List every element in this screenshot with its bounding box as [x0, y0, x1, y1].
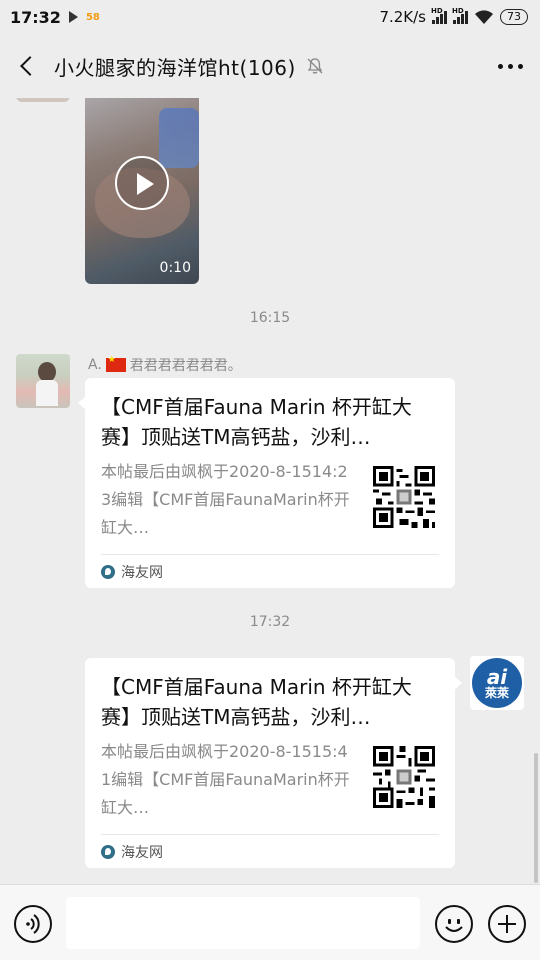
card-title: 【CMF首届Fauna Marin 杯开缸大赛】顶贴送TM高钙盐，沙利…	[101, 675, 412, 729]
card-description: 本帖最后由飒枫于2020-8-1514:23编辑【CMF首届FaunaMarin…	[101, 462, 350, 537]
signal-hd-2-icon: HD	[452, 7, 468, 24]
status-bar: 17:32 58 7.2K/s HD HD 73	[0, 0, 540, 34]
message-input[interactable]	[66, 897, 420, 949]
chevron-left-icon	[20, 56, 40, 76]
status-time: 17:32	[10, 7, 61, 27]
card-description: 本帖最后由飒枫于2020-8-1515:41编辑【CMF首届FaunaMarin…	[101, 742, 350, 817]
avatar[interactable]	[16, 98, 70, 102]
haiyou-logo-icon	[101, 565, 115, 579]
card-divider	[101, 834, 439, 835]
sender-name: A.君君君君君君君。	[88, 355, 242, 375]
haiyou-logo-icon	[101, 845, 115, 859]
link-card[interactable]: 【CMF首届Fauna Marin 杯开缸大赛】顶贴送TM高钙盐，沙利… 本帖最…	[78, 378, 455, 588]
card-title: 【CMF首届Fauna Marin 杯开缸大赛】顶贴送TM高钙盐，沙利…	[101, 395, 412, 449]
wifi-icon	[475, 10, 493, 24]
signal-hd-1-icon: HD	[431, 7, 447, 24]
more-dots-icon	[497, 63, 503, 69]
card-source: 海友网	[101, 562, 163, 582]
scrollbar[interactable]	[534, 753, 538, 883]
plus-button[interactable]	[488, 905, 526, 943]
link-card[interactable]: 【CMF首届Fauna Marin 杯开缸大赛】顶贴送TM高钙盐，沙利… 本帖最…	[85, 658, 462, 868]
bell-off-icon	[307, 58, 323, 74]
sender-avatar[interactable]	[16, 354, 70, 408]
my-avatar[interactable]: ai 萊萊	[470, 656, 524, 710]
voice-button[interactable]	[14, 905, 52, 943]
qr-code-icon	[373, 746, 435, 808]
card-divider	[101, 554, 439, 555]
play-icon[interactable]	[115, 156, 169, 210]
network-speed: 7.2K/s	[379, 8, 426, 26]
timestamp: 17:32	[249, 614, 291, 630]
video-duration: 0:10	[159, 260, 191, 276]
app-notification-badge: 58	[85, 11, 100, 23]
emoji-icon	[445, 919, 463, 932]
more-button[interactable]	[480, 34, 540, 98]
message-list[interactable]: 0:10 16:15 A.君君君君君君君。 【CMF首届Fauna Marin …	[0, 98, 540, 884]
ai-logo-icon: ai 萊萊	[472, 658, 522, 708]
timestamp: 16:15	[249, 310, 291, 326]
chat-header: 小火腿家的海洋馆ht(106)	[0, 34, 540, 98]
qr-code-icon	[373, 466, 435, 528]
media-play-icon	[68, 11, 78, 23]
card-source: 海友网	[101, 842, 163, 862]
input-bar	[0, 884, 540, 960]
chat-title: 小火腿家的海洋馆ht(106)	[54, 55, 296, 80]
video-message[interactable]: 0:10	[85, 98, 199, 284]
battery-indicator: 73	[500, 9, 528, 25]
china-flag-icon	[105, 355, 126, 372]
emoji-button[interactable]	[435, 905, 473, 943]
back-button[interactable]	[0, 34, 54, 98]
voice-icon	[26, 914, 40, 934]
